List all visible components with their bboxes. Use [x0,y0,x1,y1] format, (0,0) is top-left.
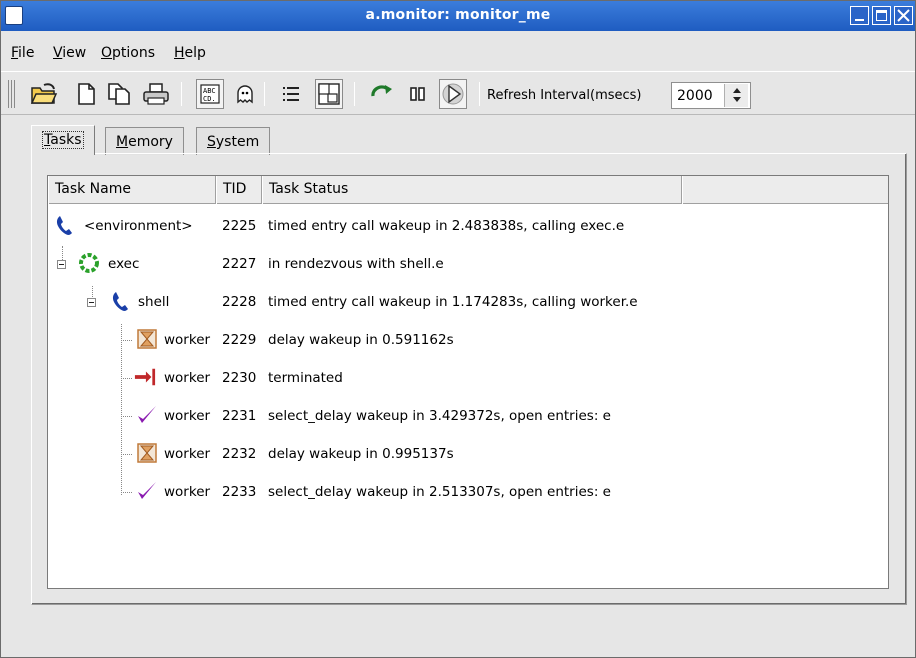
open-folder-icon[interactable] [29,79,59,109]
task-status: timed entry call wakeup in 2.483838s, ca… [268,218,625,234]
task-name: worker [164,446,211,462]
task-row[interactable]: worker 2231 select_delay wakeup in 3.429… [48,396,888,434]
task-tid: 2227 [222,256,257,272]
task-status: delay wakeup in 0.995137s [268,446,454,462]
toolbar-separator [181,82,182,106]
task-row[interactable]: worker 2230 terminated [48,358,888,396]
task-tid: 2229 [222,332,257,348]
toolbar-separator [354,82,355,106]
task-row[interactable]: shell 2228 timed entry call wakeup in 1.… [48,282,888,320]
menu-view[interactable]: View [53,45,86,61]
tab-system[interactable]: System [196,127,271,155]
ghost-icon[interactable] [230,79,260,109]
minimize-button[interactable] [850,6,869,25]
phone-icon [112,292,128,311]
checkmark-icon [138,482,156,499]
task-name: exec [108,256,140,272]
refresh-interval-spinbox[interactable]: 2000 [671,82,751,109]
pause-icon[interactable] [403,79,433,109]
task-name: worker [164,484,211,500]
menu-options[interactable]: Options [101,45,155,61]
task-status: in rendezvous with shell.e [268,256,444,272]
column-header-task-name[interactable]: Task Name [48,176,216,204]
print-icon[interactable] [141,79,171,109]
task-status: terminated [268,370,343,386]
collapse-toggle[interactable] [57,260,66,269]
toolbar-separator [479,82,480,106]
task-tid: 2225 [222,218,257,234]
menu-bar: File View Options Help [1,31,915,71]
task-status: timed entry call wakeup in 1.174283s, ca… [268,294,638,310]
task-status: select_delay wakeup in 2.513307s, open e… [268,484,611,500]
menu-help[interactable]: Help [174,45,206,61]
column-header-empty [682,176,888,204]
task-row[interactable]: worker 2229 delay wakeup in 0.591162s [48,320,888,358]
checkmark-icon [138,406,156,423]
task-name: <environment> [84,218,193,234]
collapse-toggle[interactable] [87,298,96,307]
task-tid: 2231 [222,408,257,424]
refresh-interval-value[interactable]: 2000 [677,88,713,104]
toolbar-grip[interactable] [8,80,16,108]
task-status: delay wakeup in 0.591162s [268,332,454,348]
task-tid: 2228 [222,294,257,310]
svg-text:CD.: CD. [203,95,216,103]
toolbar-separator [264,82,265,106]
application-window: a.monitor: monitor_me File View Options … [0,0,916,658]
tab-tasks[interactable]: Tasks [31,125,95,155]
window-title: a.monitor: monitor_me [365,7,551,23]
copy-icon[interactable] [105,79,135,109]
task-name: worker [164,332,211,348]
task-status: select_delay wakeup in 3.429372s, open e… [268,408,611,424]
task-tid: 2230 [222,370,257,386]
menu-file[interactable]: File [11,45,34,61]
refresh-icon[interactable] [367,79,397,109]
refresh-interval-label: Refresh Interval(msecs) [487,88,642,103]
hourglass-icon [137,329,157,349]
close-icon [897,9,910,22]
phone-icon [56,216,72,235]
gear-icon [79,253,99,273]
task-row[interactable]: worker 2232 delay wakeup in 0.995137s [48,434,888,472]
tab-memory[interactable]: Memory [105,127,184,155]
toolbar: ABC CD. Refresh Interval(msecs) 2000 [1,71,915,115]
task-tree-view[interactable]: Task Name TID Task Status <environment> … [47,175,889,589]
window-icon[interactable] [315,79,343,109]
maximize-button[interactable] [872,6,891,25]
terminated-arrow-icon [134,368,156,386]
task-name: shell [138,294,170,310]
column-header-tid[interactable]: TID [216,176,262,204]
task-tid: 2233 [222,484,257,500]
close-button[interactable] [894,6,913,25]
play-icon[interactable] [439,79,467,109]
list-view-icon[interactable] [276,79,306,109]
title-bar[interactable]: a.monitor: monitor_me [1,1,915,31]
font-icon[interactable]: ABC CD. [196,79,224,109]
hourglass-icon [137,443,157,463]
task-row[interactable]: worker 2233 select_delay wakeup in 2.513… [48,472,888,510]
task-tid: 2232 [222,446,257,462]
column-header-row: Task Name TID Task Status [48,176,888,204]
task-row[interactable]: <environment> 2225 timed entry call wake… [48,206,888,244]
new-file-icon[interactable] [71,79,101,109]
task-name: worker [164,408,211,424]
task-row[interactable]: exec 2227 in rendezvous with shell.e [48,244,888,282]
svg-text:ABC: ABC [203,87,216,95]
spin-buttons[interactable] [724,84,748,107]
task-name: worker [164,370,211,386]
column-header-task-status[interactable]: Task Status [262,176,682,204]
